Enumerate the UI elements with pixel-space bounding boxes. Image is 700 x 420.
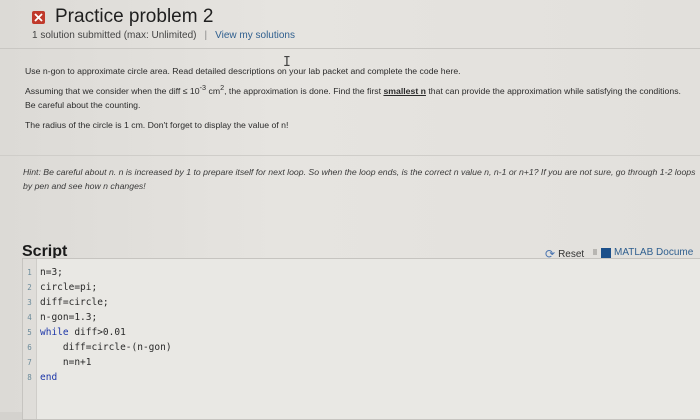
code-text: circle=pi;	[40, 282, 98, 293]
line-number: 5	[27, 328, 32, 337]
code-line[interactable]: 8 end	[23, 370, 683, 385]
matlab-logo-icon	[601, 247, 611, 258]
divider	[0, 155, 700, 156]
code-line[interactable]: 5 while diff>0.01	[23, 325, 683, 340]
view-solutions-link[interactable]: View my solutions	[215, 30, 295, 41]
code-text: end	[36, 372, 57, 383]
title-row: Practice problem 2	[32, 6, 213, 28]
code-line[interactable]: 4 n-gon=1.3;	[23, 310, 683, 325]
code-text: diff=circle-(n-gon)	[40, 342, 172, 353]
code-text: n-gon=1.3;	[40, 312, 98, 323]
line-number: 1	[27, 268, 32, 277]
separator: |	[204, 30, 208, 41]
code-text: while diff>0.01	[40, 327, 126, 338]
line-number: 4	[27, 313, 32, 322]
code-line[interactable]: 3 diff=circle;	[23, 295, 683, 310]
code-line[interactable]: 6 diff=circle-(n-gon)	[23, 340, 683, 355]
code-text: diff=circle;	[40, 297, 109, 308]
close-icon[interactable]	[32, 10, 45, 24]
code-text: n=n+1	[40, 357, 92, 368]
problem-line-3: The radius of the circle is 1 cm. Don't …	[25, 119, 289, 130]
code-line[interactable]: 7 n=n+1	[23, 355, 683, 370]
line-number: 6	[27, 343, 32, 352]
smallest-n-emphasis: smallest n	[383, 85, 426, 96]
code-keyword: while	[40, 327, 69, 338]
problem-line-1: Use n-gon to approximate circle area. Re…	[25, 66, 461, 76]
hint-text: Hint: Be careful about n. n is increased…	[23, 167, 696, 191]
problem-line-2: Assuming that we consider when the diff …	[25, 83, 681, 110]
page-title: Practice problem 2	[55, 6, 214, 27]
page: Practice problem 2 1 solution submitted …	[0, 0, 700, 420]
code-text: n=3;	[40, 267, 63, 278]
code-line[interactable]: 2 circle=pi;	[23, 280, 683, 295]
documentation-label: MATLAB Docume	[614, 247, 694, 258]
line-number: 3	[27, 298, 32, 307]
line-number: 8	[27, 373, 32, 382]
problem-description: Use n-gon to approximate circle area. Re…	[25, 64, 685, 138]
code-editor[interactable]: 1 n=3; 2 circle=pi; 3 diff=circle; 4 n-gon=1.3;…	[22, 258, 700, 420]
divider	[0, 48, 700, 49]
line-number: 2	[27, 283, 32, 292]
code-line[interactable]: 1 n=3;	[23, 265, 683, 280]
matlab-documentation-link[interactable]: MATLAB Docume	[601, 247, 693, 258]
line-number: 7	[27, 358, 32, 367]
submission-count: 1 solution submitted (max: Unlimited)	[32, 30, 197, 41]
toolbar-separator	[593, 249, 597, 255]
code-keyword: end	[40, 372, 58, 383]
submission-info: 1 solution submitted (max: Unlimited) | …	[32, 30, 295, 41]
